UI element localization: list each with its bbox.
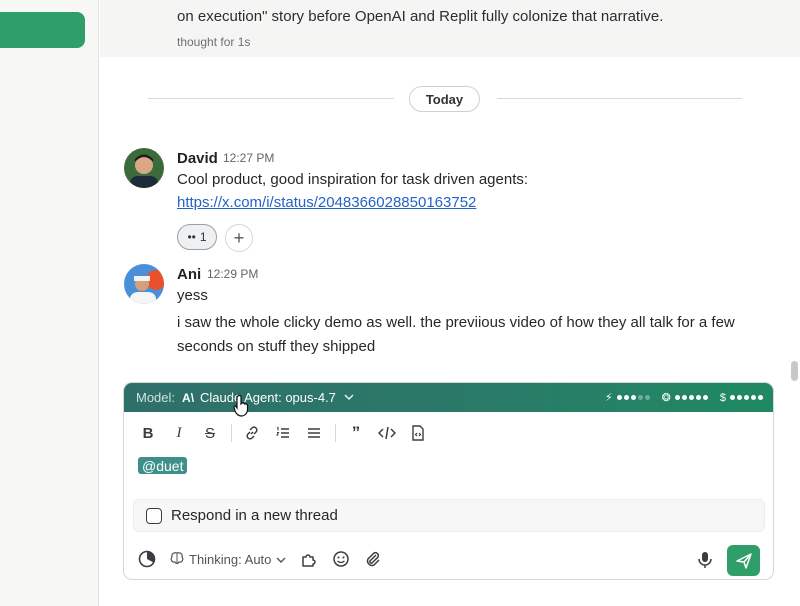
- format-toolbar: B I S ”: [136, 421, 437, 445]
- attachment-icon[interactable]: [362, 548, 384, 570]
- message-author[interactable]: David: [177, 150, 218, 167]
- bulleted-list-icon[interactable]: [302, 421, 326, 445]
- respond-thread-option[interactable]: Respond in a new thread: [133, 499, 765, 532]
- message-author[interactable]: Ani: [177, 266, 201, 283]
- brain-icon: [170, 551, 184, 568]
- date-divider-label: Today: [409, 86, 480, 112]
- hand-cursor-icon: [233, 394, 249, 422]
- date-divider-line-left: [148, 98, 394, 99]
- eyes-emoji-icon: ••: [187, 230, 196, 244]
- thinking-label: Thinking: Auto: [189, 551, 272, 567]
- quote-icon[interactable]: ”: [344, 421, 368, 445]
- date-divider-line-right: [497, 98, 742, 99]
- bolt-meter: [616, 395, 650, 400]
- link-icon[interactable]: [240, 421, 264, 445]
- chat-main: on execution" story before OpenAI and Re…: [100, 0, 800, 606]
- dollar-icon: $: [719, 391, 726, 404]
- chevron-down-icon: [276, 552, 286, 567]
- message-text: Cool product, good inspiration for task …: [177, 171, 529, 188]
- bold-icon[interactable]: B: [136, 421, 160, 445]
- dollar-meter: [730, 395, 763, 400]
- openai-meter: [674, 395, 708, 400]
- respond-thread-label: Respond in a new thread: [171, 507, 338, 524]
- send-icon: [735, 552, 752, 569]
- send-button[interactable]: [727, 545, 760, 576]
- previous-message-text: on execution" story before OpenAI and Re…: [177, 8, 664, 25]
- add-reaction-button[interactable]: +: [225, 224, 253, 252]
- model-value[interactable]: Claude Agent: opus-4.7: [200, 390, 336, 405]
- thinking-selector[interactable]: Thinking: Auto: [170, 551, 286, 568]
- model-selector-bar[interactable]: Model: A\ Claude Agent: opus-4.7 ⚡ ❂ $: [124, 383, 773, 412]
- code-icon[interactable]: [375, 421, 399, 445]
- previous-message: on execution" story before OpenAI and Re…: [100, 0, 800, 57]
- microphone-icon[interactable]: [694, 549, 716, 571]
- chevron-down-icon[interactable]: [344, 392, 354, 404]
- dollar-stat: $: [720, 392, 763, 404]
- message-time: 12:27 PM: [223, 151, 275, 165]
- composer-actions: Thinking: Auto: [136, 545, 766, 576]
- anthropic-icon: A\: [182, 390, 195, 405]
- thought-duration[interactable]: thought for 1s: [177, 35, 250, 49]
- sidebar-active-item[interactable]: [0, 12, 85, 48]
- italic-icon[interactable]: I: [167, 421, 191, 445]
- toolbar-divider: [335, 424, 336, 442]
- reaction-count: 1: [199, 230, 207, 244]
- emoji-icon[interactable]: [330, 548, 352, 570]
- message-composer: Model: A\ Claude Agent: opus-4.7 ⚡ ❂ $ B…: [123, 382, 774, 580]
- strikethrough-icon[interactable]: S: [198, 421, 222, 445]
- code-block-icon[interactable]: [406, 421, 430, 445]
- openai-stat: ❂: [662, 391, 708, 404]
- avatar-david[interactable]: [124, 148, 164, 188]
- message-text: yess: [177, 287, 208, 304]
- sidebar: [0, 0, 99, 606]
- openai-icon: ❂: [661, 392, 671, 404]
- numbered-list-icon[interactable]: [271, 421, 295, 445]
- mention-chip[interactable]: @duet: [138, 457, 188, 474]
- respond-thread-checkbox[interactable]: [146, 507, 162, 524]
- message-text: seconds on stuff they shipped: [177, 338, 376, 355]
- reaction-chip[interactable]: •• 1: [177, 224, 217, 250]
- bolt-stat: ⚡: [605, 391, 650, 404]
- message-text: i saw the whole clicky demo as well. the…: [177, 314, 735, 331]
- bolt-icon: ⚡: [604, 392, 613, 404]
- plugin-icon[interactable]: [298, 548, 320, 570]
- scrollbar-thumb[interactable]: [791, 361, 798, 381]
- toolbar-divider: [231, 424, 232, 442]
- message-time: 12:29 PM: [207, 267, 259, 281]
- avatar-ani[interactable]: [124, 264, 164, 304]
- usage-stats: ⚡ ❂ $: [605, 383, 763, 412]
- model-label: Model:: [136, 390, 176, 405]
- message-link[interactable]: https://x.com/i/status/20483660288501637…: [177, 194, 476, 211]
- schedule-icon[interactable]: [136, 548, 158, 570]
